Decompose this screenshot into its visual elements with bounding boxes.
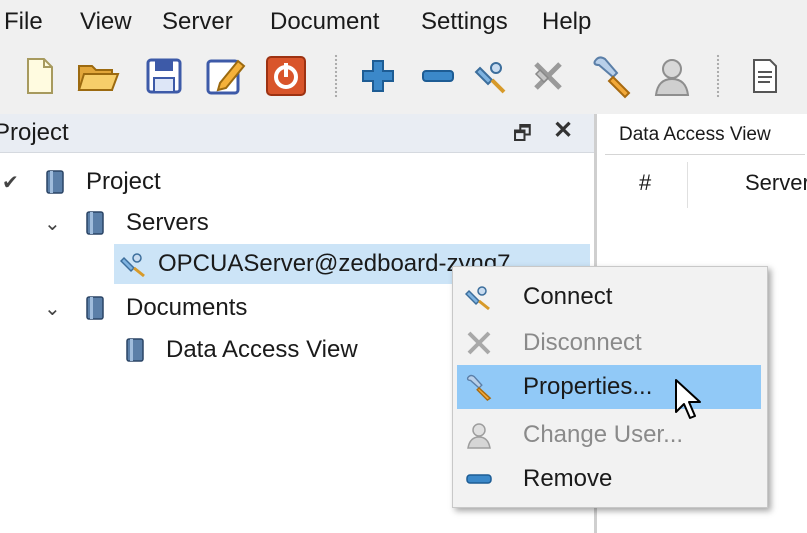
menu-item-change-user[interactable]: Change User... [457,413,761,457]
menu-bar: File View Server Document Settings Help [0,0,807,44]
menu-label: Remove [523,465,613,492]
panel-title: Project [0,119,69,146]
menu-server[interactable]: Server [162,6,233,38]
disconnect-icon[interactable] [524,52,572,100]
menu-help[interactable]: Help [542,6,591,38]
tab-label: Data Access View [619,124,771,145]
menu-item-properties[interactable]: Properties... [457,365,761,409]
menu-item-remove[interactable]: Remove [457,457,761,501]
menu-item-connect[interactable]: Connect [457,275,761,319]
toolbar-separator [716,54,720,98]
user-icon [465,421,493,449]
wrench-icon [465,373,493,401]
column-header-server[interactable]: Server [745,160,807,206]
connect-icon[interactable] [468,52,516,100]
remove-icon [465,465,493,493]
disconnect-icon [465,329,493,357]
tree-item-documents[interactable]: Documents [84,288,247,328]
chevron-down-icon[interactable]: ⌄ [44,296,61,321]
menu-file[interactable]: File [4,6,43,38]
properties-icon[interactable] [588,52,636,100]
mouse-cursor-icon [675,379,701,419]
document-view-icon[interactable] [740,52,788,100]
menu-document[interactable]: Document [270,6,379,38]
menu-label: Properties... [523,373,653,400]
chevron-down-icon[interactable]: ✔ [2,170,19,195]
float-panel-icon[interactable]: 🗗 [513,119,532,153]
document-book-icon [126,338,144,362]
tree-label: Documents [126,294,248,321]
menu-view[interactable]: View [80,6,132,38]
chevron-down-icon[interactable]: ⌄ [44,211,61,236]
tree-label: Data Access View [166,336,358,363]
menu-item-disconnect[interactable]: Disconnect [457,321,761,365]
servers-book-icon [86,211,104,235]
user-icon[interactable] [648,52,696,100]
column-divider[interactable] [687,162,688,208]
project-book-icon [46,170,64,194]
close-panel-icon[interactable]: ✕ [553,116,573,145]
menu-label: Connect [523,283,613,310]
tree-item-project[interactable]: Project [44,162,161,202]
connect-icon [465,283,493,311]
menu-label: Disconnect [523,329,642,356]
toolbar [0,46,807,108]
tree-label: Project [86,168,161,195]
remove-icon[interactable] [414,52,462,100]
add-icon[interactable] [354,52,402,100]
menu-settings[interactable]: Settings [421,6,508,38]
panel-header: Project 🗗 ✕ [0,114,594,153]
edit-document-icon[interactable] [201,52,249,100]
connect-icon [120,253,145,278]
tree-item-data-access-view[interactable]: Data Access View [124,330,358,370]
toolbar-separator [334,54,338,98]
tree-label: Servers [126,209,209,236]
new-document-icon[interactable] [14,52,62,100]
documents-book-icon [86,296,104,320]
tree-item-servers[interactable]: Servers [84,203,209,243]
power-icon[interactable] [262,52,310,100]
column-header-index[interactable]: # [639,160,651,206]
save-icon[interactable] [140,52,188,100]
tab-data-access-view[interactable]: Data Access View [605,114,805,155]
context-menu: Connect Disconnect Properties... Change … [452,266,768,508]
open-folder-icon[interactable] [74,52,122,100]
menu-label: Change User... [523,421,684,448]
